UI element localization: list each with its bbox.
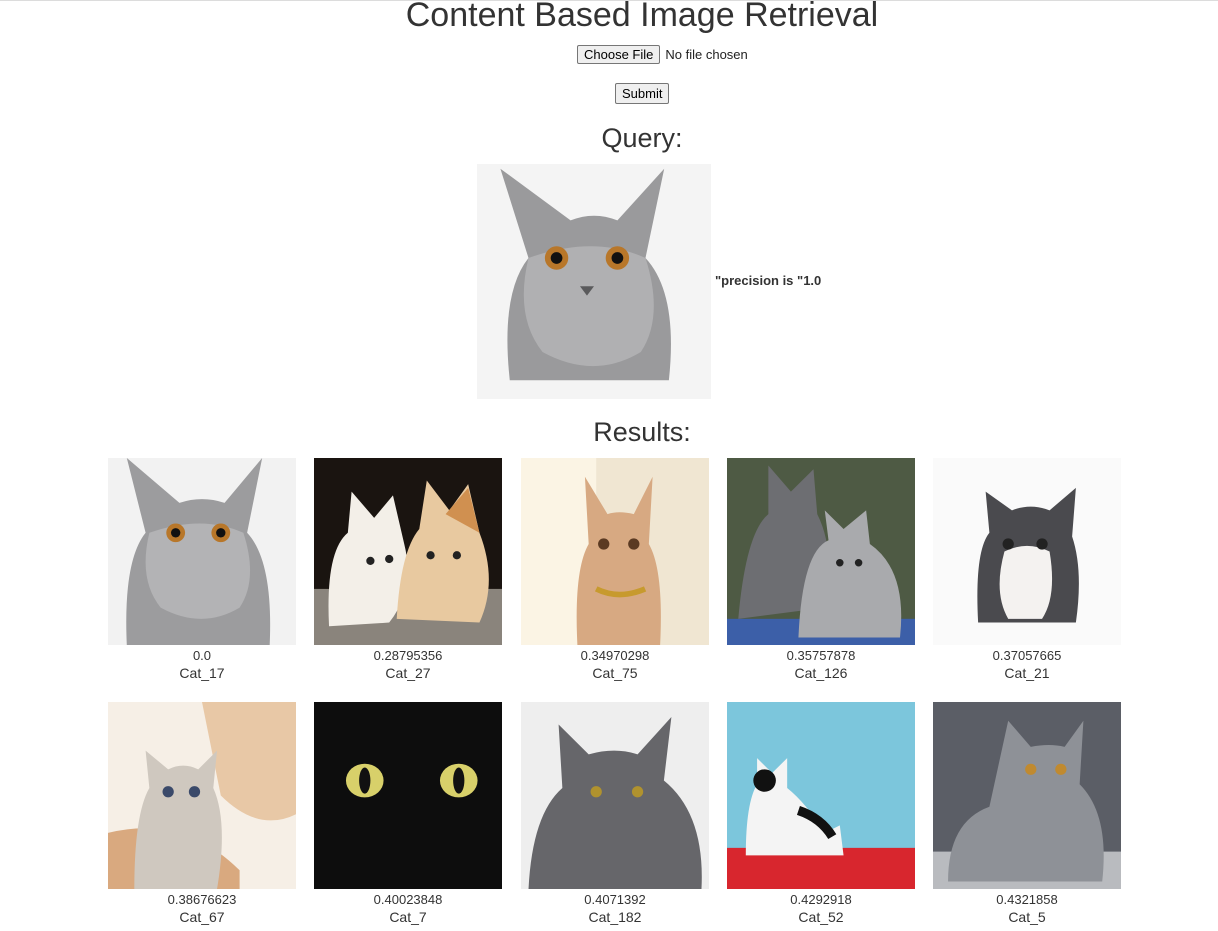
result-image[interactable] <box>521 702 709 889</box>
choose-file-button[interactable]: Choose File <box>577 44 661 64</box>
result-item[interactable]: 0.35757878 Cat_126 <box>727 458 915 683</box>
result-distance: 0.38676623 <box>167 892 237 907</box>
result-image[interactable] <box>933 458 1121 645</box>
result-item[interactable]: 0.4321858 Cat_5 <box>933 702 1121 927</box>
result-label: Cat_182 <box>588 909 642 925</box>
result-image[interactable] <box>727 702 915 889</box>
page-title: Content Based Image Retrieval <box>405 0 879 34</box>
result-label: Cat_27 <box>385 665 431 681</box>
result-item[interactable]: 0.0 Cat_17 <box>108 458 296 683</box>
result-distance: 0.4071392 <box>584 892 646 907</box>
result-image[interactable] <box>933 702 1121 889</box>
query-heading: Query: <box>601 123 683 153</box>
file-input[interactable]: Choose File No file chosen <box>577 44 748 64</box>
result-item[interactable]: 0.37057665 Cat_21 <box>933 458 1121 683</box>
result-distance: 0.35757878 <box>786 648 856 663</box>
result-label: Cat_67 <box>179 909 225 925</box>
precision-text: "precision is "1.0 <box>715 273 822 288</box>
result-label: Cat_5 <box>1008 909 1046 925</box>
result-distance: 0.34970298 <box>580 648 650 663</box>
result-distance: 0.40023848 <box>373 892 443 907</box>
result-label: Cat_21 <box>1004 665 1050 681</box>
result-label: Cat_52 <box>798 909 844 925</box>
result-item[interactable]: 0.4071392 Cat_182 <box>521 702 709 927</box>
result-image[interactable] <box>314 702 502 889</box>
results-heading: Results: <box>593 417 691 447</box>
result-label: Cat_126 <box>794 665 848 681</box>
query-image <box>477 164 711 399</box>
result-image[interactable] <box>314 458 502 645</box>
result-distance: 0.0 <box>192 648 212 663</box>
result-label: Cat_7 <box>389 909 427 925</box>
result-distance: 0.37057665 <box>992 648 1062 663</box>
result-item[interactable]: 0.40023848 Cat_7 <box>314 702 502 927</box>
result-item[interactable]: 0.28795356 Cat_27 <box>314 458 502 683</box>
result-item[interactable]: 0.4292918 Cat_52 <box>727 702 915 927</box>
submit-button[interactable]: Submit <box>615 83 670 104</box>
result-item[interactable]: 0.34970298 Cat_75 <box>521 458 709 683</box>
result-distance: 0.4292918 <box>790 892 852 907</box>
result-label: Cat_75 <box>592 665 638 681</box>
result-item[interactable]: 0.38676623 Cat_67 <box>108 702 296 927</box>
result-distance: 0.4321858 <box>996 892 1058 907</box>
result-image[interactable] <box>108 702 296 889</box>
result-label: Cat_17 <box>179 665 225 681</box>
result-image[interactable] <box>108 458 296 645</box>
result-image[interactable] <box>727 458 915 645</box>
result-image[interactable] <box>521 458 709 645</box>
file-status-text: No file chosen <box>665 46 748 62</box>
result-distance: 0.28795356 <box>373 648 443 663</box>
